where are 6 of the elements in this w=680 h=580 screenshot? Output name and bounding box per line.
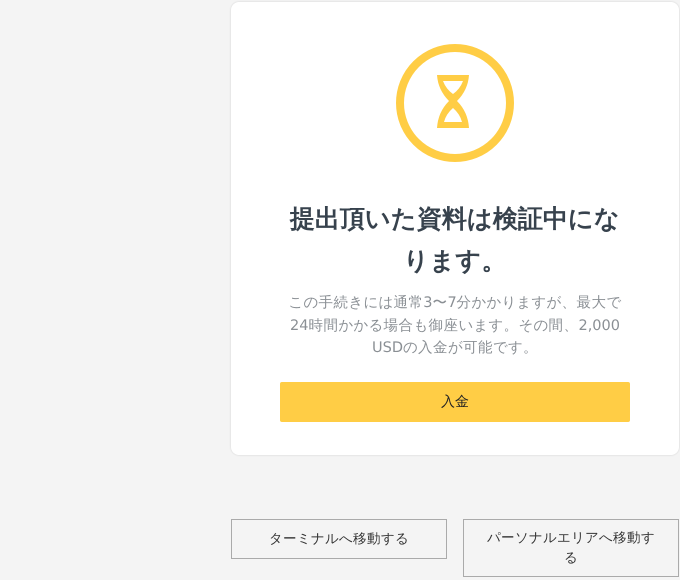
status-title: 提出頂いた資料は検証中になります。 <box>288 203 621 277</box>
status-message: この手続きには通常3〜7分かかりますが、最大で24時間かかる場合も御座います。その間、2,000 USDの入金が可能です。 <box>287 294 623 358</box>
hourglass-icon <box>394 42 516 164</box>
deposit-button[interactable]: 入金 <box>280 382 630 422</box>
navigate-button[interactable]: ターミナルへ移動する <box>231 519 447 559</box>
navigate-button[interactable]: パーソナルエリアへ移動する <box>463 519 679 577</box>
